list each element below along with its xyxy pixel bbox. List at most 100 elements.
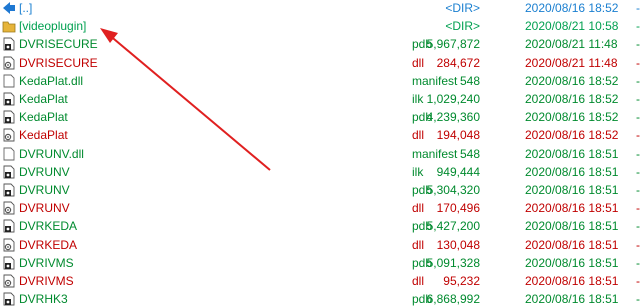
- file-date: 2020/08/16 18:52: [525, 92, 619, 106]
- pdb-file-icon: [2, 256, 16, 270]
- file-date: 2020/08/21 11:48: [525, 37, 618, 52]
- file-attr: -: [636, 164, 640, 179]
- file-row[interactable]: [videoplugin] <DIR> 2020/08/21 10:58 -: [0, 17, 642, 35]
- file-date: 2020/08/16 18:51: [525, 292, 619, 307]
- file-ext: dll: [412, 237, 425, 252]
- file-name: DVRUNV: [19, 183, 70, 197]
- file-date: 2020/08/16 18:51: [525, 164, 619, 179]
- file-size: 194,048: [436, 128, 480, 143]
- file-name: DVRISECURE: [19, 55, 98, 70]
- file-row[interactable]: DVRUNV.dll manifest 548 2020/08/16 18:51 -: [0, 145, 642, 163]
- file-attr: -: [636, 19, 640, 34]
- file-row[interactable]: DVRUNV dll 170,496 2020/08/16 18:51 -: [0, 199, 642, 217]
- file-ext: manifest: [412, 73, 458, 88]
- file-size: <DIR>: [445, 19, 480, 34]
- file-size: 548: [459, 73, 480, 88]
- dll-file-icon: [2, 56, 16, 70]
- file-row[interactable]: DVRUNV pdb 5,304,320 2020/08/16 18:51-: [0, 181, 642, 199]
- file-attr: -: [636, 110, 640, 125]
- file-ext: dll: [412, 201, 425, 216]
- file-row[interactable]: DVRIVMS pdb 5,091,328 2020/08/16 18:51-: [0, 254, 642, 272]
- file-size: 548: [459, 146, 480, 161]
- file-name: DVRUNV.dll: [19, 146, 84, 161]
- file-date: 2020/08/16 18:51: [525, 274, 619, 288]
- file-attr: -: [636, 55, 640, 70]
- file-attr: -: [636, 1, 640, 15]
- file-date: 2020/08/16 18:52: [525, 73, 619, 88]
- file-name: DVRUNV: [19, 164, 70, 179]
- file-date: 2020/08/16 18:51: [525, 237, 619, 252]
- file-row[interactable]: KedaPlat ilk 1,029,240 2020/08/16 18:52 -: [0, 90, 642, 108]
- file-size: 949,444: [436, 164, 480, 179]
- file-row[interactable]: DVRKEDA dll 130,048 2020/08/16 18:51 -: [0, 236, 642, 254]
- file-ext: dll: [412, 55, 425, 70]
- pdb-file-icon: [2, 219, 16, 233]
- file-name: DVRISECURE: [19, 37, 98, 52]
- file-size: 6,868,992: [426, 292, 480, 307]
- document-icon: [2, 147, 16, 161]
- file-size: 5,091,328: [426, 255, 480, 270]
- file-row[interactable]: DVRIVMS dll 95,232 2020/08/16 18:51 -: [0, 272, 642, 290]
- file-date: 2020/08/16 18:52: [525, 1, 619, 15]
- file-date: 2020/08/21 10:58: [525, 19, 619, 34]
- file-size: 95,232: [443, 274, 480, 288]
- pdb-file-icon: [2, 292, 16, 306]
- file-ext: dll: [412, 274, 425, 288]
- file-ext: manifest: [412, 146, 458, 161]
- file-row[interactable]: DVRKEDA pdb 5,427,200 2020/08/16 18:51-: [0, 217, 642, 235]
- file-row[interactable]: DVRHK3 pdb 6,868,992 2020/08/16 18:51-: [0, 290, 642, 308]
- file-attr: -: [636, 183, 640, 197]
- file-name: DVRIVMS: [19, 274, 74, 288]
- file-name: KedaPlat: [19, 92, 68, 106]
- file-name: DVRKEDA: [19, 237, 78, 252]
- file-date: 2020/08/16 18:51: [525, 201, 619, 216]
- file-attr: -: [636, 292, 640, 307]
- file-row[interactable]: DVRUNV ilk 949,444 2020/08/16 18:51 -: [0, 163, 642, 181]
- file-name: DVRHK3: [19, 292, 68, 307]
- file-ext: ilk: [412, 164, 424, 179]
- pdb-file-icon: [2, 183, 16, 197]
- file-size: 4,239,360: [426, 110, 480, 125]
- file-attr: -: [636, 274, 640, 288]
- file-name: DVRUNV: [19, 201, 70, 216]
- file-attr: -: [636, 201, 640, 216]
- dll-file-icon: [2, 274, 16, 288]
- file-name: KedaPlat: [19, 128, 68, 143]
- file-name: [videoplugin]: [19, 19, 87, 34]
- document-icon: [2, 74, 16, 88]
- file-size: <DIR>: [445, 1, 480, 15]
- file-row[interactable]: KedaPlat dll 194,048 2020/08/16 18:52 -: [0, 126, 642, 144]
- file-attr: -: [636, 255, 640, 270]
- pdb-file-icon: [2, 37, 16, 51]
- up-arrow-icon: [2, 1, 16, 15]
- file-size: 1,029,240: [426, 92, 480, 106]
- file-name: [..]: [19, 1, 33, 15]
- file-name: DVRIVMS: [19, 255, 74, 270]
- dll-file-icon: [2, 238, 16, 252]
- file-name: KedaPlat.dll: [19, 73, 84, 88]
- file-attr: -: [636, 219, 640, 234]
- file-row[interactable]: KedaPlat.dll manifest 548 2020/08/16 18:52 -: [0, 72, 642, 90]
- file-date: 2020/08/16 18:52: [525, 110, 619, 125]
- file-date: 2020/08/16 18:51: [525, 255, 619, 270]
- folder-icon: [2, 19, 16, 33]
- file-attr: -: [636, 237, 640, 252]
- file-size: 5,304,320: [426, 183, 480, 197]
- file-row[interactable]: DVRISECURE pdb 5,967,872 2020/08/21 11:48-: [0, 35, 642, 53]
- file-ext: dll: [412, 128, 425, 143]
- file-size: 5,427,200: [426, 219, 480, 234]
- file-date: 2020/08/21 11:48: [525, 55, 618, 70]
- file-attr: -: [636, 128, 640, 143]
- file-date: 2020/08/16 18:51: [525, 183, 619, 197]
- file-row[interactable]: [..] <DIR> 2020/08/16 18:52 -: [0, 0, 642, 17]
- file-attr: -: [636, 92, 640, 106]
- file-name: DVRKEDA: [19, 219, 78, 234]
- pdb-file-icon: [2, 165, 16, 179]
- file-row[interactable]: DVRISECURE dll 284,672 2020/08/21 11:48 -: [0, 54, 642, 72]
- file-ext: ilk: [412, 92, 424, 106]
- file-size: 130,048: [436, 237, 480, 252]
- file-row[interactable]: KedaPlat pdb 4,239,360 2020/08/16 18:52-: [0, 108, 642, 126]
- file-attr: -: [636, 73, 640, 88]
- file-size: 5,967,872: [426, 37, 480, 52]
- dll-file-icon: [2, 201, 16, 215]
